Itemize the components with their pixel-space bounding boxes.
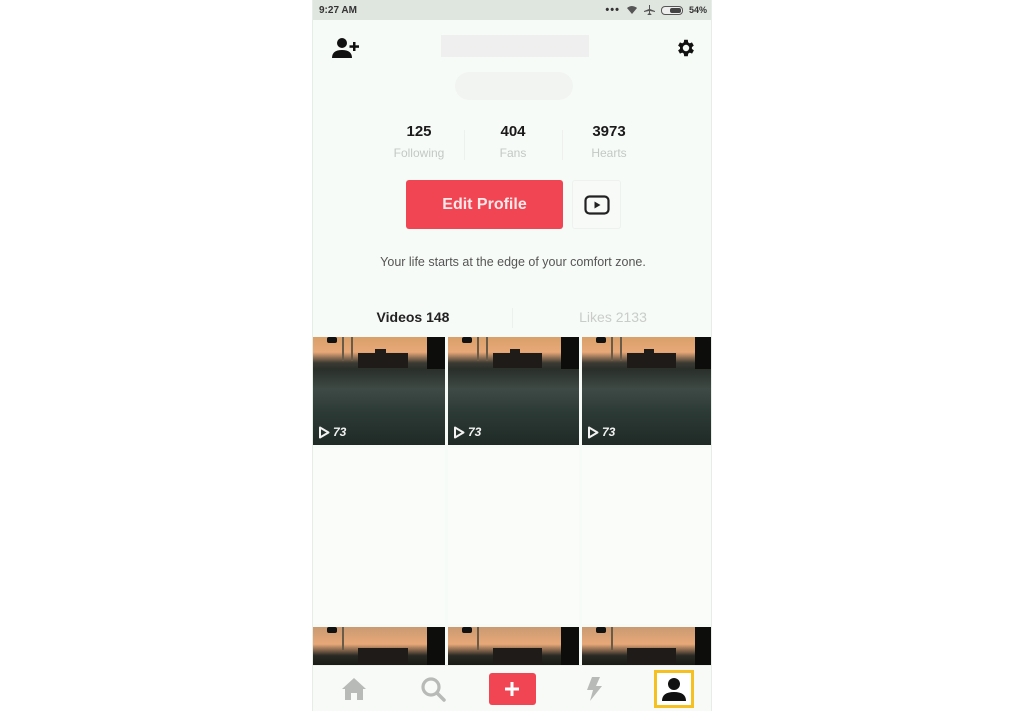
battery-percent: 54% bbox=[688, 5, 707, 15]
status-bar: 9:27 AM ••• 54% bbox=[313, 0, 711, 20]
phone-screen: 9:27 AM ••• 54% 125 Following 404 Fans 3… bbox=[312, 0, 712, 711]
thumbnail-image: 73 bbox=[313, 337, 445, 445]
content-tabs: Videos 148 Likes 2133 bbox=[313, 298, 711, 336]
airplane-mode-icon bbox=[643, 5, 655, 15]
video-play-icon bbox=[583, 194, 610, 215]
video-thumbnail[interactable]: 73 bbox=[582, 337, 711, 445]
wifi-icon bbox=[626, 6, 637, 14]
video-thumbnail[interactable] bbox=[582, 627, 711, 665]
following-count: 125 bbox=[406, 123, 432, 140]
profile-header bbox=[313, 20, 711, 105]
play-count-value: 73 bbox=[333, 425, 347, 439]
home-icon bbox=[342, 678, 366, 700]
bottom-navigation bbox=[313, 665, 711, 711]
create-button[interactable] bbox=[488, 673, 536, 705]
play-count: 73 bbox=[587, 425, 615, 439]
play-count-value: 73 bbox=[602, 425, 616, 439]
gear-icon bbox=[678, 39, 694, 57]
status-icons: ••• 54% bbox=[605, 4, 707, 16]
thumbnail-image: 73 bbox=[448, 337, 579, 445]
play-icon bbox=[319, 426, 330, 438]
stat-divider bbox=[464, 130, 465, 160]
thumbnail-image bbox=[582, 627, 711, 665]
selected-nav-highlight bbox=[654, 670, 694, 708]
plus-icon bbox=[505, 682, 519, 696]
search-icon bbox=[421, 677, 446, 702]
battery-icon bbox=[660, 5, 683, 15]
hearts-count: 3973 bbox=[592, 123, 626, 140]
profile-stats: 125 Following 404 Fans 3973 Hearts bbox=[313, 122, 711, 167]
fans-label: Fans bbox=[499, 146, 527, 160]
nav-notifications[interactable] bbox=[564, 666, 624, 711]
nav-discover[interactable] bbox=[403, 666, 463, 711]
tab-videos[interactable]: Videos 148 bbox=[313, 298, 513, 336]
stat-divider bbox=[562, 130, 563, 160]
lightning-icon bbox=[587, 677, 602, 701]
video-thumbnail[interactable] bbox=[313, 627, 445, 665]
username-redacted bbox=[441, 35, 589, 57]
play-icon bbox=[454, 426, 465, 438]
fans-count: 404 bbox=[500, 123, 526, 140]
thumbnail-image bbox=[313, 627, 445, 665]
video-thumbnail-loading[interactable] bbox=[448, 448, 579, 624]
video-thumbnail[interactable] bbox=[448, 627, 579, 665]
video-thumbnail-loading[interactable] bbox=[582, 448, 711, 624]
thumbnail-image bbox=[448, 627, 579, 665]
stat-fans[interactable]: 404 Fans bbox=[468, 122, 558, 164]
following-label: Following bbox=[393, 146, 445, 160]
stat-hearts[interactable]: 3973 Hearts bbox=[564, 122, 654, 164]
stat-following[interactable]: 125 Following bbox=[374, 122, 464, 164]
video-thumbnail[interactable]: 73 bbox=[313, 337, 445, 445]
edit-profile-button[interactable]: Edit Profile bbox=[406, 180, 563, 229]
settings-button[interactable] bbox=[669, 31, 703, 65]
profile-bio: Your life starts at the edge of your com… bbox=[380, 255, 646, 269]
video-thumbnail[interactable]: 73 bbox=[448, 337, 579, 445]
video-thumbnail-loading[interactable] bbox=[313, 448, 445, 624]
user-handle-redacted bbox=[455, 72, 573, 100]
add-user-icon bbox=[332, 38, 359, 58]
play-count-value: 73 bbox=[468, 425, 482, 439]
person-icon bbox=[662, 678, 686, 701]
hearts-label: Hearts bbox=[591, 146, 627, 160]
play-count: 73 bbox=[453, 425, 481, 439]
play-count: 73 bbox=[318, 425, 346, 439]
add-friend-button[interactable] bbox=[329, 31, 363, 65]
nav-profile[interactable] bbox=[644, 666, 704, 711]
tab-divider bbox=[512, 308, 513, 328]
nav-create[interactable] bbox=[482, 666, 542, 711]
more-dots-icon: ••• bbox=[605, 4, 620, 16]
status-time: 9:27 AM bbox=[319, 4, 357, 16]
video-button[interactable] bbox=[572, 180, 621, 229]
thumbnail-image: 73 bbox=[582, 337, 711, 445]
play-icon bbox=[588, 426, 599, 438]
nav-home[interactable] bbox=[324, 666, 384, 711]
tab-likes[interactable]: Likes 2133 bbox=[513, 298, 711, 336]
